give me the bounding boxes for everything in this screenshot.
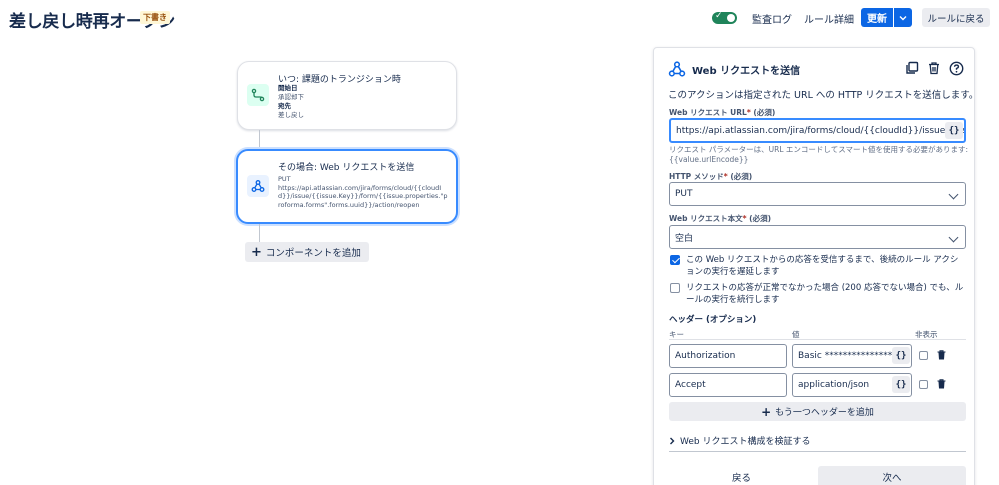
verify-config-label: Web リクエスト構成を検証する [680, 437, 811, 447]
header-key-value: Accept [675, 380, 706, 390]
header-key-input[interactable]: Accept [669, 373, 787, 397]
webhook-icon [668, 60, 686, 78]
url-input[interactable]: https://api.atlassian.com/jira/forms/clo… [669, 118, 966, 143]
required-text: (必須) [749, 214, 771, 223]
header-key-input[interactable]: Authorization [669, 344, 787, 368]
action-details: PUT https://api.atlassian.com/jira/forms… [278, 175, 450, 209]
divider [669, 339, 966, 340]
header-smart-value-button[interactable]: {} [892, 376, 910, 393]
required-asterisk: * [746, 108, 751, 117]
rule-canvas: いつ: 課題のトランジション時 開始日 承認却下 宛先 差し戻し その場合: W… [0, 36, 650, 485]
connector-line [259, 224, 260, 242]
continue-on-error-checkbox[interactable] [670, 283, 680, 293]
trigger-to-value: 差し戻し [278, 110, 304, 119]
url-smart-value-button[interactable]: {} [945, 122, 963, 139]
panel-tools [904, 60, 964, 76]
required-asterisk: * [723, 172, 728, 181]
panel-description: このアクションは指定された URL への HTTP リクエストを送信します。 [668, 90, 979, 101]
header-hidden-checkbox[interactable] [919, 351, 928, 360]
body-label: Web リクエスト本文* (必須) [669, 213, 771, 224]
toggle-knob [727, 14, 735, 22]
body-label-text: Web リクエスト本文 [669, 214, 743, 223]
audit-log-link[interactable]: 監査ログ [752, 11, 792, 26]
url-label: Web リクエスト URL* (必須) [669, 107, 775, 118]
url-input-value: https://api.atlassian.com/jira/forms/clo… [676, 125, 964, 136]
chevron-down-icon [948, 189, 959, 200]
update-button[interactable]: 更新 [861, 8, 893, 27]
next-button[interactable]: 次へ [818, 466, 966, 485]
draft-badge: 下書き [140, 11, 170, 24]
back-to-rules-button[interactable]: ルールに戻る [922, 8, 990, 27]
panel-title: Web リクエストを送信 [692, 66, 801, 77]
method-select-value: PUT [675, 189, 693, 199]
action-method: PUT [278, 175, 291, 183]
back-button[interactable]: 戻る [669, 466, 814, 485]
rule-details-link[interactable]: ルール詳細 [804, 11, 854, 26]
rule-header: 差し戻し時再オープン 下書き ✓ 監査ログ ルール詳細 更新 ルールに戻る [0, 0, 999, 36]
action-node[interactable]: その場合: Web リクエストを送信 PUT https://api.atlas… [236, 149, 458, 224]
webhook-icon [247, 175, 269, 197]
check-icon: ✓ [715, 11, 723, 21]
required-text: (必須) [753, 108, 776, 117]
verify-config-toggle[interactable]: Web リクエスト構成を検証する [669, 434, 810, 447]
required-text: (必須) [730, 172, 753, 181]
action-url: https://api.atlassian.com/jira/forms/clo… [278, 183, 448, 209]
header-hidden-checkbox[interactable] [919, 380, 928, 389]
body-select[interactable]: 空白 [669, 225, 966, 249]
header-smart-value-button[interactable]: {} [892, 347, 910, 364]
help-icon[interactable] [948, 60, 964, 76]
required-asterisk: * [742, 214, 747, 223]
wait-for-response-checkbox[interactable] [670, 255, 680, 265]
chevron-down-icon [948, 232, 959, 243]
method-label: HTTP メソッド* (必須) [669, 171, 752, 182]
trash-icon[interactable] [926, 60, 942, 76]
trigger-from-label: 開始日 [278, 84, 298, 92]
update-menu-button[interactable] [894, 8, 912, 27]
action-config-panel: Web リクエストを送信 このアクションは指定された URL への HTTP リ… [653, 47, 979, 485]
trigger-from: 開始日 承認却下 [278, 84, 304, 101]
continue-on-error-label: リクエストの応答が正常でなかった場合 (200 応答でない場合) でも、ルールの… [686, 283, 964, 305]
headers-title: ヘッダー (オプション) [669, 315, 757, 325]
header-key-value: Authorization [675, 351, 736, 361]
body-select-value: 空白 [675, 233, 694, 244]
continue-on-error-option[interactable]: リクエストの応答が正常でなかった場合 (200 応答でない場合) でも、ルールの… [670, 282, 966, 306]
trigger-to: 宛先 差し戻し [278, 102, 304, 119]
add-header-button[interactable]: + もう一つヘッダーを追加 [669, 402, 966, 421]
trigger-to-label: 宛先 [278, 102, 291, 110]
connector-line [259, 130, 260, 149]
method-label-text: HTTP メソッド [669, 172, 724, 181]
url-label-text: Web リクエスト URL [669, 108, 747, 117]
url-help-text: リクエスト パラメーターは、URL エンコードしてスマート値を使用する必要があり… [669, 145, 968, 164]
rule-enabled-toggle[interactable]: ✓ [712, 11, 737, 24]
plus-icon: + [761, 404, 772, 419]
add-component-button[interactable]: + コンポーネントを追加 [245, 242, 369, 262]
wait-for-response-label: この Web リクエストからの応答を受信するまで、後続のルール アクションの実行… [686, 255, 959, 277]
header-value-value: application/json [798, 380, 870, 390]
duplicate-icon[interactable] [904, 60, 920, 76]
trigger-from-value: 承認却下 [278, 92, 304, 101]
chevron-right-icon [670, 437, 675, 444]
trash-icon[interactable] [936, 379, 946, 389]
add-component-label: コンポーネントを追加 [265, 248, 361, 259]
chevron-down-icon [899, 15, 907, 20]
divider [669, 451, 966, 452]
action-title: その場合: Web リクエストを送信 [278, 163, 415, 173]
method-select[interactable]: PUT [669, 182, 966, 206]
trigger-node[interactable]: いつ: 課題のトランジション時 開始日 承認却下 宛先 差し戻し [237, 61, 457, 130]
wait-for-response-option[interactable]: この Web リクエストからの応答を受信するまで、後続のルール アクションの実行… [670, 254, 966, 278]
trash-icon[interactable] [936, 350, 946, 360]
transition-icon [247, 84, 269, 106]
add-header-label: もう一つヘッダーを追加 [775, 408, 874, 418]
plus-icon: + [251, 244, 262, 260]
